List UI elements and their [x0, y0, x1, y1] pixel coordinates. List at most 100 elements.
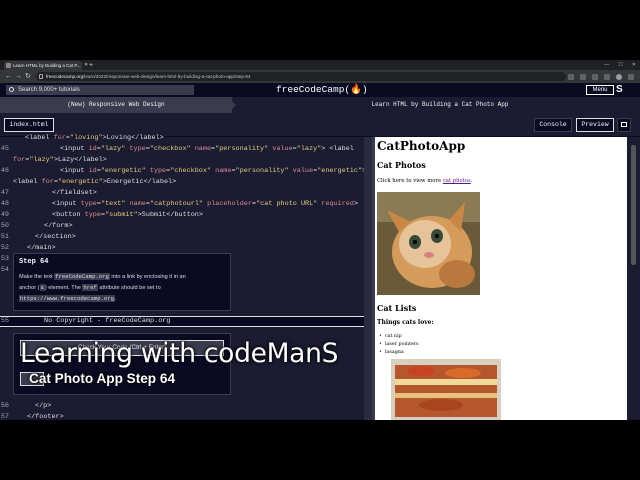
- code-text: <input type="text" name="catphotourl" pl…: [52, 200, 359, 208]
- code-line: 51 </section>: [0, 232, 364, 243]
- tab-close-icon[interactable]: ✕: [84, 61, 88, 70]
- line-number: 46: [0, 167, 9, 175]
- code-line: 48 <input type="text" name="catphotourl" …: [0, 199, 364, 210]
- reload-icon[interactable]: ↻: [25, 70, 31, 83]
- letterbox-top: [0, 0, 640, 60]
- extensions-icon[interactable]: [592, 74, 598, 80]
- scrollbar-thumb[interactable]: [631, 145, 636, 265]
- code-text: </p>: [35, 402, 52, 410]
- breadcrumb-superblock[interactable]: (New) Responsive Web Design: [0, 97, 232, 113]
- browser-tab-bar: [0, 60, 640, 70]
- preview-list: cat nip laser pointers lasagna: [379, 333, 419, 357]
- file-tab-index-html[interactable]: index.html: [4, 118, 54, 132]
- code-line: <label for="loving">Loving</label>: [0, 133, 364, 144]
- letterbox-bottom: [0, 420, 640, 480]
- maximize-icon[interactable]: ☐: [618, 60, 622, 70]
- line-number: 48: [0, 200, 9, 208]
- line-number: 54: [0, 266, 9, 274]
- line-number: 56: [0, 402, 9, 410]
- browser-tab[interactable]: Learn HTML by Building a Cat P...: [4, 61, 82, 70]
- code-line: 47 </fieldset>: [0, 188, 364, 199]
- step-text: ) element. The: [44, 285, 83, 291]
- line-number: 57: [0, 413, 9, 421]
- forward-icon[interactable]: →: [15, 70, 22, 83]
- browser-menu-icon[interactable]: [628, 74, 634, 80]
- line-number: 51: [0, 233, 9, 241]
- preview-h3: Things cats love:: [377, 319, 434, 326]
- overlay-subtitle: Cat Photo App Step 64: [29, 371, 176, 386]
- search-placeholder: Search 9,000+ tutorials: [18, 87, 80, 93]
- avatar[interactable]: [616, 74, 622, 80]
- url-field[interactable]: freecodecamp.org/learn/2022/responsive-w…: [36, 72, 566, 81]
- tab-title: Learn HTML by Building a Cat P...: [13, 63, 81, 68]
- popout-icon: [621, 122, 627, 127]
- code-line: 46 <input id="energetic" type="checkbox" …: [0, 166, 366, 177]
- preview-link[interactable]: cat photos: [443, 178, 471, 184]
- preview-scrollbar[interactable]: [627, 137, 640, 420]
- lock-icon: [39, 74, 43, 79]
- menu-button[interactable]: Menu: [586, 85, 614, 95]
- overlay-title: Learning with codeManS: [20, 338, 339, 369]
- favicon-icon: [6, 63, 11, 68]
- minimize-icon[interactable]: —: [604, 60, 609, 70]
- line-number: 50: [0, 222, 9, 230]
- lasagna-image: [391, 359, 501, 420]
- fcc-logo[interactable]: freeCodeCamp(🔥): [276, 83, 368, 97]
- code-line: 57 </footer>: [0, 412, 364, 423]
- code-text: for="lazy">Lazy</label>: [13, 156, 107, 164]
- preview-text: .: [470, 178, 473, 184]
- popout-button[interactable]: [617, 118, 631, 132]
- code-text: <label for="loving">Loving</label>: [25, 134, 164, 142]
- list-item: laser pointers: [379, 341, 419, 349]
- code-line: <label for="energetic">Energetic</label>: [0, 177, 364, 188]
- back-icon[interactable]: ←: [5, 70, 12, 83]
- code-text: <input id="energetic" type="checkbox" na…: [60, 167, 366, 175]
- inline-code: https://www.freecodecamp.org: [19, 295, 115, 302]
- line-number: 49: [0, 211, 9, 219]
- step-title: Step 64: [19, 258, 49, 266]
- line-number: 53: [0, 255, 9, 263]
- editor-scrollbar[interactable]: [364, 137, 372, 420]
- line-number: 55: [0, 317, 9, 325]
- code-line: 56 </p>: [0, 401, 364, 412]
- code-text: </fieldset>: [52, 189, 97, 197]
- preview-paragraph: Click here to view more cat photos.: [377, 178, 472, 184]
- code-line: 45 <input id="lazy" type="checkbox" name=…: [0, 144, 364, 155]
- preview-h2-lists: Cat Lists: [377, 303, 417, 313]
- window-controls: — ☐ ✕: [604, 60, 636, 70]
- editable-code-text[interactable]: No Copyright - freeCodeCamp.org: [44, 316, 170, 327]
- breadcrumb-block[interactable]: Learn HTML by Building a Cat Photo App: [240, 97, 640, 113]
- code-line: 50 </form>: [0, 221, 364, 232]
- inline-code: href: [82, 284, 98, 291]
- code-text: </footer>: [27, 413, 64, 421]
- line-number: 47: [0, 189, 9, 197]
- search-icon: [9, 87, 14, 92]
- url-path: /learn/2022/responsive-web-design/learn-…: [83, 74, 251, 79]
- line-number: 45: [0, 145, 9, 153]
- user-icon[interactable]: S: [616, 83, 623, 97]
- share-icon[interactable]: [568, 74, 574, 80]
- code-text: </section>: [35, 233, 76, 241]
- sidebar-icon[interactable]: [604, 74, 610, 80]
- inline-code: freeCodeCamp.org: [54, 273, 110, 280]
- cat-photo-image[interactable]: [377, 192, 480, 295]
- new-tab-icon[interactable]: +: [89, 61, 93, 70]
- search-input[interactable]: Search 9,000+ tutorials: [6, 85, 194, 95]
- step-text: Make the text: [19, 274, 55, 280]
- extension-icons: [568, 72, 634, 80]
- step-text: .: [115, 296, 117, 302]
- list-item: cat nip: [379, 333, 419, 341]
- close-window-icon[interactable]: ✕: [632, 60, 636, 70]
- breadcrumb-arrow-icon: [232, 101, 236, 109]
- preview-button[interactable]: Preview: [576, 118, 614, 132]
- code-text: </form>: [44, 222, 73, 230]
- url-host: freecodecamp.org: [46, 74, 84, 79]
- preview-h1: CatPhotoApp: [377, 139, 466, 153]
- bookmark-icon[interactable]: [580, 74, 586, 80]
- console-button[interactable]: Console: [534, 118, 572, 132]
- list-item: lasagna: [379, 349, 419, 357]
- line-number: 52: [0, 244, 9, 252]
- step-text: attribute should be set to: [97, 285, 161, 291]
- step-text: into a link by enclosing it in an: [109, 274, 186, 280]
- code-line: 49 <button type="submit">Submit</button>: [0, 210, 364, 221]
